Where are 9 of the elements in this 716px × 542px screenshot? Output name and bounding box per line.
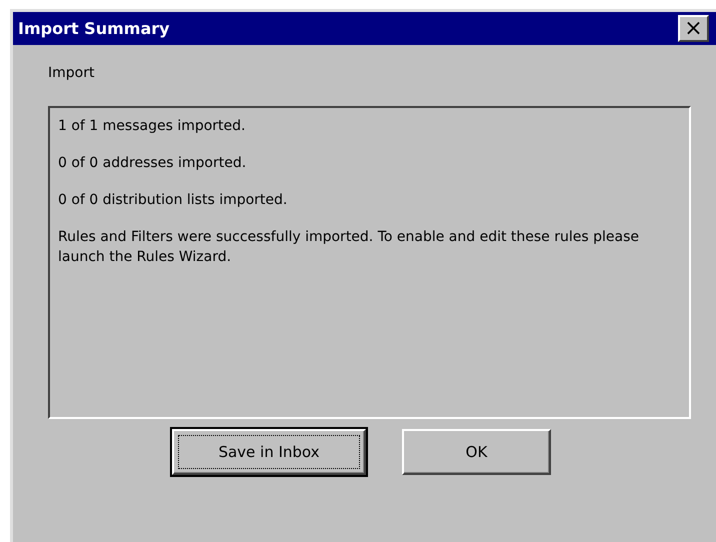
summary-message: 0 of 0 addresses imported.	[58, 154, 248, 173]
summary-message: 0 of 0 distribution lists imported.	[58, 191, 288, 210]
section-label: Import	[48, 65, 96, 81]
window-title: Import Summary	[18, 19, 170, 38]
summary-message: Rules and Filters were successfully imported. To enable and edit these rules please launch the Rules Wizard.	[58, 228, 640, 267]
summary-message: 1 of 1 messages imported.	[58, 117, 246, 136]
close-button[interactable]: ×	[678, 15, 709, 42]
save-button[interactable]: Save in Inbox	[172, 429, 366, 475]
ok-button[interactable]: OK	[402, 429, 551, 475]
